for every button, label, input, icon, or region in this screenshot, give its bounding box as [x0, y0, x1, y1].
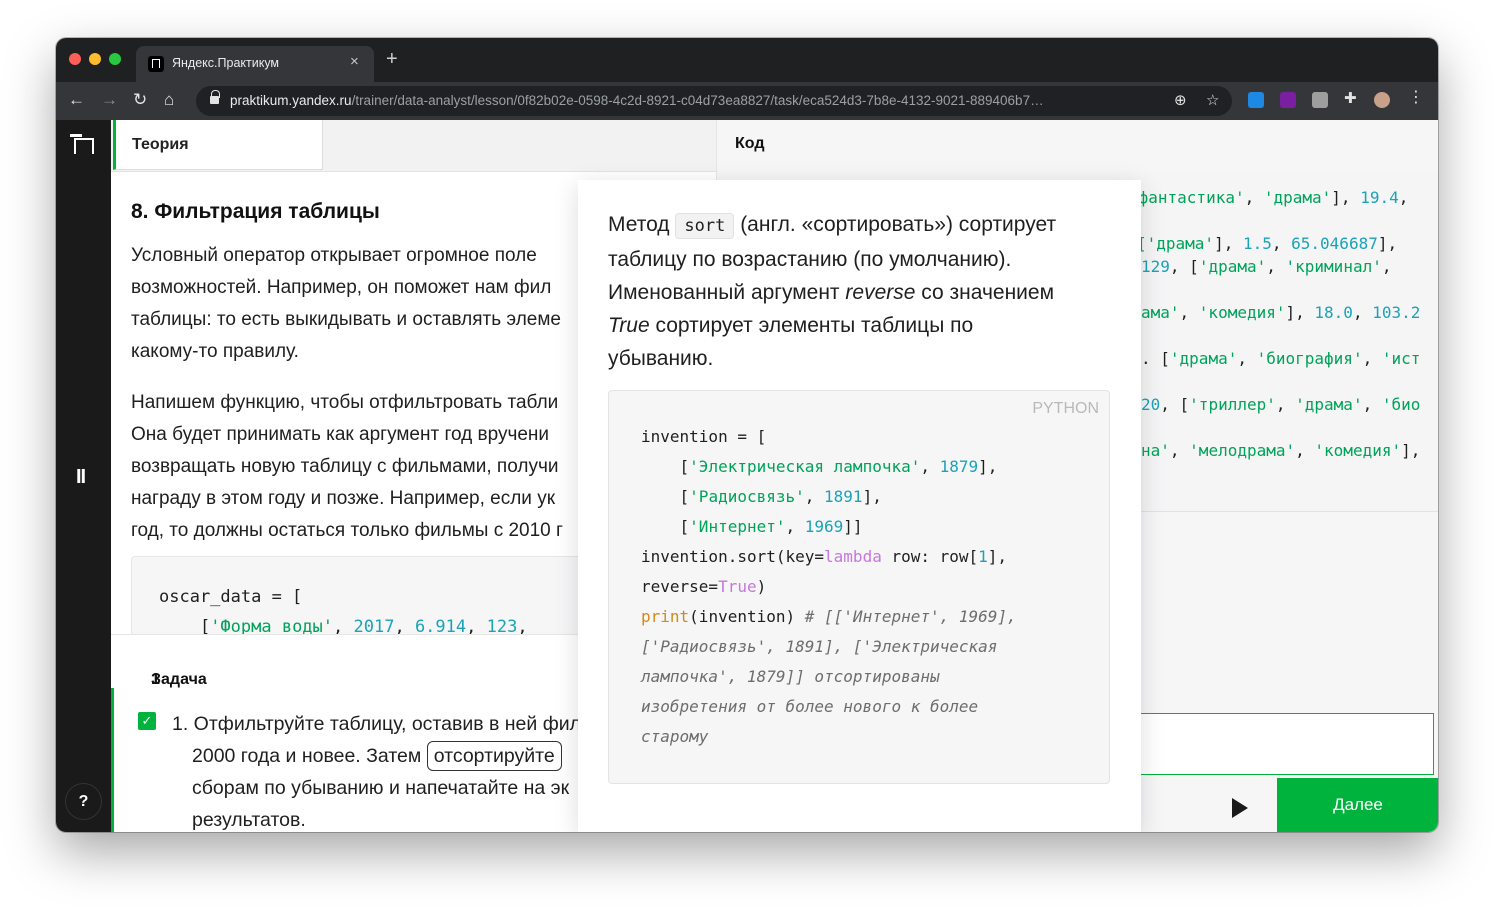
back-arrow-icon[interactable]: ←: [68, 90, 85, 110]
editor-line: ама', 'комедия'], 18.0, 103.2: [1141, 303, 1421, 322]
editor-line: 129, ['драма', 'криминал',: [1141, 257, 1392, 276]
zoom-icon[interactable]: ⊕: [1174, 91, 1187, 109]
browser-tab[interactable]: Яндекс.Практикум ×: [136, 46, 374, 82]
grey-extension-icon[interactable]: [1312, 92, 1328, 108]
left-sidebar: II ?: [56, 120, 111, 832]
run-play-icon[interactable]: [1227, 795, 1253, 821]
tooltip-code-block: PYTHON invention = [ ['Электрическая лам…: [608, 390, 1110, 784]
code-line: invention = [: [641, 427, 767, 446]
paragraph-line: Напишем функцию, чтобы отфильтровать таб…: [131, 392, 559, 413]
tooltip-line: таблицу по возрастанию (по умолчанию).: [608, 248, 1012, 271]
code-language-label: PYTHON: [1032, 400, 1099, 417]
paragraph-line: возвращать новую таблицу с фильмами, пол…: [131, 456, 559, 477]
browser-toolbar: ← → ↻ ⌂ praktikum.yandex.ru/trainer/data…: [56, 82, 1438, 120]
praktikum-favicon-icon: [148, 56, 164, 72]
task-text-line: сборам по убыванию и напечатайте на эк: [192, 777, 570, 799]
purple-extension-icon[interactable]: [1280, 92, 1296, 108]
bookmark-star-icon[interactable]: ☆: [1206, 91, 1219, 109]
task-text-line: 1. Отфильтруйте таблицу, оставив в ней ф…: [172, 713, 582, 735]
pause-icon[interactable]: II: [76, 466, 86, 489]
task-text-line: 2000 года и новее. Затем отсортируйте: [192, 740, 562, 772]
paragraph-line: награду в этом году и позже. Например, е…: [131, 488, 556, 509]
tooltip-line: Метод sort (англ. «сортировать») сортиру…: [608, 208, 1056, 243]
theory-header: Теория: [111, 120, 716, 172]
sort-hint-link[interactable]: отсортируйте: [426, 741, 562, 771]
chrome-menu-icon[interactable]: ⋮: [1408, 87, 1424, 106]
code-line: ['Радиосвязь', 1891],: [641, 487, 882, 506]
code-comment-line: старому: [641, 727, 709, 746]
editor-line: 'фантастика', 'драма'], 19.4,: [1129, 188, 1409, 207]
paragraph-line: какому-то правилу.: [131, 341, 299, 362]
address-bar[interactable]: praktikum.yandex.ru/trainer/data-analyst…: [196, 86, 1232, 116]
next-button[interactable]: Далее: [1277, 778, 1438, 832]
sort-tooltip-popover: Метод sort (англ. «сортировать») сортиру…: [578, 180, 1141, 832]
reload-icon[interactable]: ↻: [133, 90, 147, 110]
code-line: oscar_data = [: [159, 587, 303, 607]
extensions-puzzle-icon[interactable]: ✚: [1344, 89, 1360, 107]
new-tab-button[interactable]: +: [386, 49, 398, 69]
forward-arrow-icon[interactable]: →: [101, 90, 118, 110]
tab-title: Яндекс.Практикум: [172, 56, 280, 70]
close-window-button[interactable]: [69, 53, 81, 65]
profile-avatar[interactable]: [1374, 92, 1390, 108]
tooltip-line: убыванию.: [608, 347, 714, 370]
code-line: ['Интернет', 1969]]: [641, 517, 863, 536]
code-comment-line: ['Радиосвязь', 1891], ['Электрическая: [641, 637, 998, 656]
code-comment-line: лампочка', 1879]] отсортированы: [641, 667, 940, 686]
tab-theory-label: Теория: [132, 136, 189, 153]
tooltip-text: Метод sort (англ. «сортировать») сортиру…: [608, 208, 1056, 375]
tab-theory[interactable]: Теория: [113, 120, 323, 170]
paragraph-line: Условный оператор открывает огромное пол…: [131, 245, 537, 266]
page: II ? Теория 8. Фильтрация таблицы Условн…: [56, 120, 1438, 832]
paragraph-line: год, то должны остаться только фильмы с …: [131, 520, 563, 541]
url-path: /trainer/data-analyst/lesson/0f82b02e-05…: [351, 93, 1044, 108]
tab-strip: Яндекс.Практикум × +: [56, 38, 1438, 82]
task-title: Задача 1 / 2: [131, 653, 207, 724]
help-button[interactable]: ?: [65, 783, 102, 820]
editor-line: ['драма'], 1.5, 65.046687],: [1137, 234, 1398, 253]
tooltip-line: Именованный аргумент reverse со значение…: [608, 281, 1055, 304]
task-done-checkbox[interactable]: ✓: [138, 712, 156, 730]
code-panel-title: Код: [735, 135, 765, 152]
browser-window: Яндекс.Практикум × + ← → ↻ ⌂ praktikum.y…: [56, 38, 1438, 832]
task-text-line: результатов.: [192, 809, 306, 831]
code-comment-line: изобретения от более нового к более: [641, 697, 979, 716]
cloud-extension-icon[interactable]: [1248, 92, 1264, 108]
editor-line: 20, ['триллер', 'драма', 'био: [1141, 395, 1421, 414]
editor-line: . ['драма', 'биография', 'ист: [1141, 349, 1421, 368]
code-line: ['Электрическая лампочка', 1879],: [641, 457, 998, 476]
url-host: praktikum.yandex.ru: [230, 93, 352, 108]
praktikum-logo-icon[interactable]: [70, 134, 94, 154]
editor-line: на', 'мелодрама', 'комедия'],: [1141, 441, 1421, 460]
lock-icon[interactable]: [210, 90, 220, 106]
paragraph-line: таблицы: то есть выкидывать и оставлять …: [131, 309, 561, 330]
code-line: ['Форма воды', 2017, 6.914, 123,: [159, 617, 528, 634]
minimize-window-button[interactable]: [89, 53, 101, 65]
home-icon[interactable]: ⌂: [164, 90, 174, 110]
zoom-window-button[interactable]: [109, 53, 121, 65]
url-text[interactable]: praktikum.yandex.ru/trainer/data-analyst…: [230, 93, 1044, 108]
paragraph-line: возможностей. Например, он поможет нам ф…: [131, 277, 552, 298]
inline-code-sort: sort: [675, 213, 735, 239]
code-line: invention.sort(key=lambda row: row[1],: [641, 547, 1008, 566]
paragraph-line: Она будет принимать как аргумент год вру…: [131, 424, 550, 445]
lesson-title: 8. Фильтрация таблицы: [131, 200, 380, 223]
code-line: reverse=True): [641, 577, 767, 596]
tab-close-icon[interactable]: ×: [350, 53, 359, 70]
tooltip-line: True сортирует элементы таблицы по: [608, 314, 974, 337]
code-line: print(invention) # [['Интернет', 1969],: [641, 607, 1017, 626]
